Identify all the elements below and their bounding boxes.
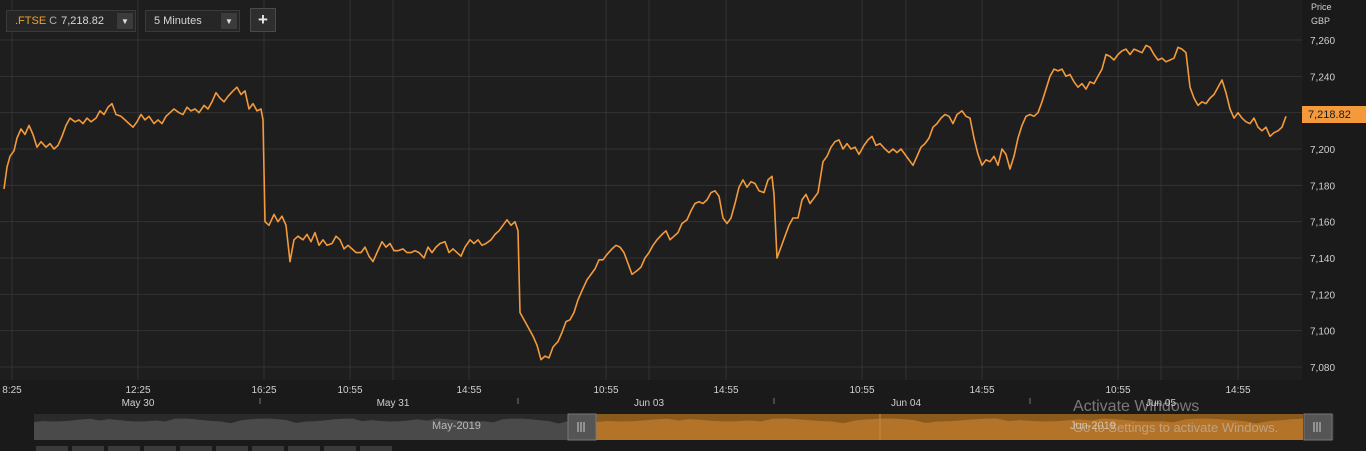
navigator-right-handle[interactable] <box>1303 413 1333 441</box>
navigator-left-handle[interactable] <box>567 413 597 441</box>
x-tick-label: 8:25 <box>2 385 22 396</box>
y-tick-label: 7,200 <box>1310 145 1335 156</box>
x-tick-label: 14:55 <box>713 385 738 396</box>
y-tick-label: 7,260 <box>1310 36 1335 47</box>
price-chart[interactable]: 7,0807,1007,1207,1407,1607,1807,2007,220… <box>0 0 1366 451</box>
close-flag: C <box>49 15 58 27</box>
x-tick-label: 14:55 <box>456 385 481 396</box>
price-axis-title: Price <box>1311 2 1332 12</box>
symbol-selector[interactable]: .FTSE C 7,218.82 ▼ <box>6 10 136 32</box>
tab-stub[interactable] <box>360 446 392 451</box>
y-tick-label: 7,180 <box>1310 181 1335 192</box>
tab-stub[interactable] <box>324 446 356 451</box>
add-series-button[interactable]: + <box>250 8 276 32</box>
x-date-label: May 30 <box>122 398 155 409</box>
x-tick-label: 14:55 <box>969 385 994 396</box>
x-tick-label: 10:55 <box>1105 385 1130 396</box>
navigator-mini-area <box>34 418 596 440</box>
triangle-down-icon[interactable]: ▼ <box>117 13 133 29</box>
x-date-label: Jun 04 <box>891 398 921 409</box>
tab-stub[interactable] <box>180 446 212 451</box>
x-tick-label: 12:25 <box>125 385 150 396</box>
symbol-price: 7,218.82 <box>61 15 104 27</box>
activate-windows-subtitle: Go to Settings to activate Windows. <box>1073 420 1279 435</box>
navigator-label-may: May-2019 <box>432 420 481 432</box>
y-tick-label: 7,120 <box>1310 290 1335 301</box>
x-tick-label: 14:55 <box>1225 385 1250 396</box>
currency-label: GBP <box>1311 16 1331 26</box>
x-tick-label: 10:55 <box>593 385 618 396</box>
tab-stub[interactable] <box>144 446 176 451</box>
x-tick-label: 10:55 <box>337 385 362 396</box>
y-tick-label: 7,140 <box>1310 254 1335 265</box>
tab-stub[interactable] <box>288 446 320 451</box>
tab-stub[interactable] <box>252 446 284 451</box>
plus-icon: + <box>258 10 268 29</box>
tab-stub[interactable] <box>216 446 248 451</box>
tab-stub[interactable] <box>108 446 140 451</box>
y-tick-label: 7,160 <box>1310 218 1335 229</box>
interval-selector[interactable]: 5 Minutes ▼ <box>145 10 240 32</box>
y-tick-label: 7,080 <box>1310 363 1335 374</box>
y-tick-label: 7,100 <box>1310 327 1335 338</box>
last-price-tag: 7,218.82 <box>1302 106 1366 123</box>
triangle-down-icon[interactable]: ▼ <box>221 13 237 29</box>
activate-windows-title: Activate Windows <box>1073 398 1200 415</box>
x-tick-label: 10:55 <box>849 385 874 396</box>
y-tick-label: 7,240 <box>1310 72 1335 83</box>
interval-label: 5 Minutes <box>154 15 202 27</box>
plot-area <box>0 0 1302 380</box>
x-date-label: Jun 03 <box>634 398 664 409</box>
x-tick-label: 16:25 <box>251 385 276 396</box>
x-date-label: May 31 <box>377 398 410 409</box>
tab-stub[interactable] <box>72 446 104 451</box>
bottom-tab-strip <box>0 446 1366 451</box>
symbol-ric: .FTSE <box>15 15 47 27</box>
tab-stub[interactable] <box>36 446 68 451</box>
